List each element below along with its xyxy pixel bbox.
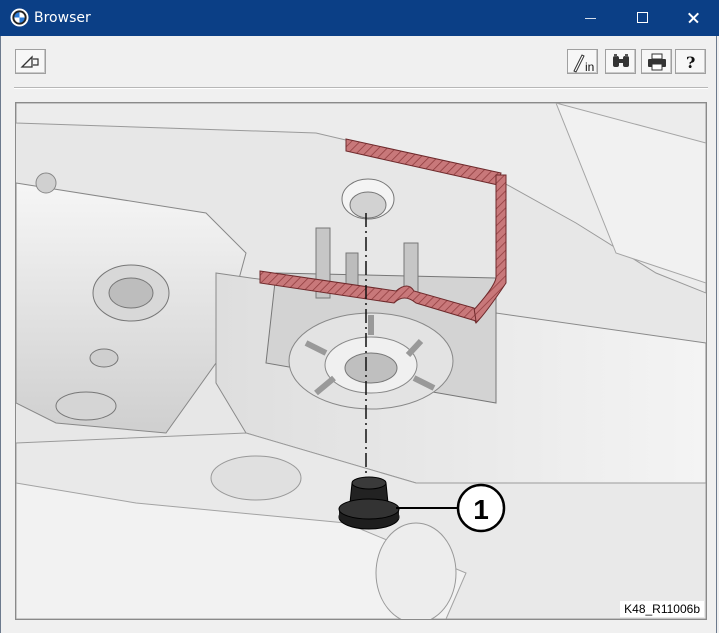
maximize-icon[interactable] — [619, 0, 665, 36]
figure-caption: K48_R11006b — [620, 601, 704, 617]
close-icon[interactable] — [670, 0, 716, 36]
minimize-icon[interactable] — [568, 0, 614, 36]
technical-illustration: 1 — [16, 103, 706, 619]
illustration-viewer[interactable]: 1 K48_R11006b — [15, 102, 707, 620]
help-button[interactable]: ? — [675, 49, 706, 74]
zoom-in-label: in — [585, 60, 594, 73]
callout-1: 1 — [473, 494, 489, 525]
help-question-icon: ? — [686, 53, 695, 72]
printer-icon — [648, 53, 666, 71]
zoom-in-pen-icon: in — [573, 54, 594, 73]
bmw-logo-icon — [10, 8, 29, 27]
print-button[interactable] — [641, 49, 672, 74]
back-triangle-icon — [20, 55, 39, 68]
back-button[interactable] — [15, 49, 46, 74]
help-label: ? — [686, 53, 695, 72]
title-bar: Browser — [0, 0, 719, 36]
search-button[interactable] — [605, 49, 636, 74]
toolbar-divider-highlight — [14, 88, 708, 89]
binoculars-icon — [613, 54, 629, 67]
zoom-in-button[interactable]: in — [567, 49, 598, 74]
window-title: Browser — [34, 10, 91, 26]
